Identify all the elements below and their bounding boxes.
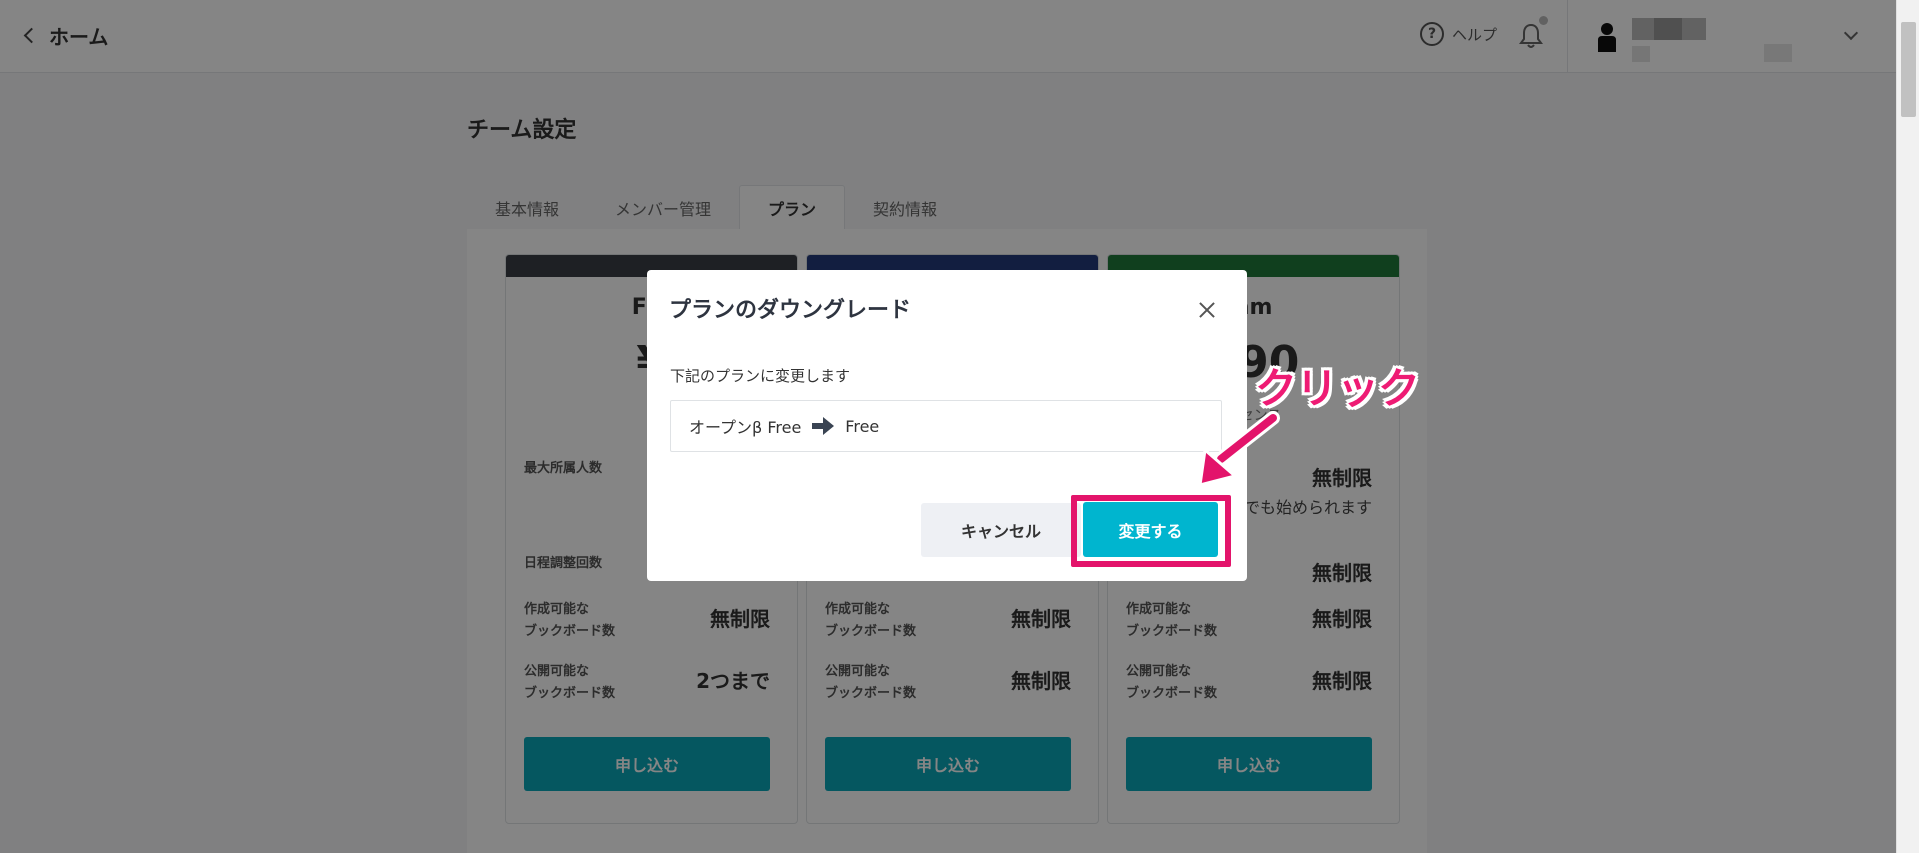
arrow-right-icon — [812, 417, 835, 435]
close-icon[interactable] — [1195, 298, 1219, 322]
modal-description: 下記のプランに変更します — [670, 367, 851, 385]
from-plan-name: オープンβ Free — [689, 418, 802, 437]
annotation-arrow-icon — [1198, 411, 1280, 487]
click-annotation-text: クリック — [1255, 364, 1420, 413]
click-highlight-box — [1071, 495, 1231, 567]
page-scrollbar[interactable] — [1896, 0, 1919, 853]
scrollbar-thumb[interactable] — [1901, 22, 1916, 117]
modal-title: プランのダウングレード — [669, 298, 912, 323]
plan-change-summary: オープンβ Free Free — [670, 400, 1222, 452]
to-plan-name: Free — [845, 416, 880, 436]
cancel-button[interactable]: キャンセル — [921, 503, 1081, 557]
